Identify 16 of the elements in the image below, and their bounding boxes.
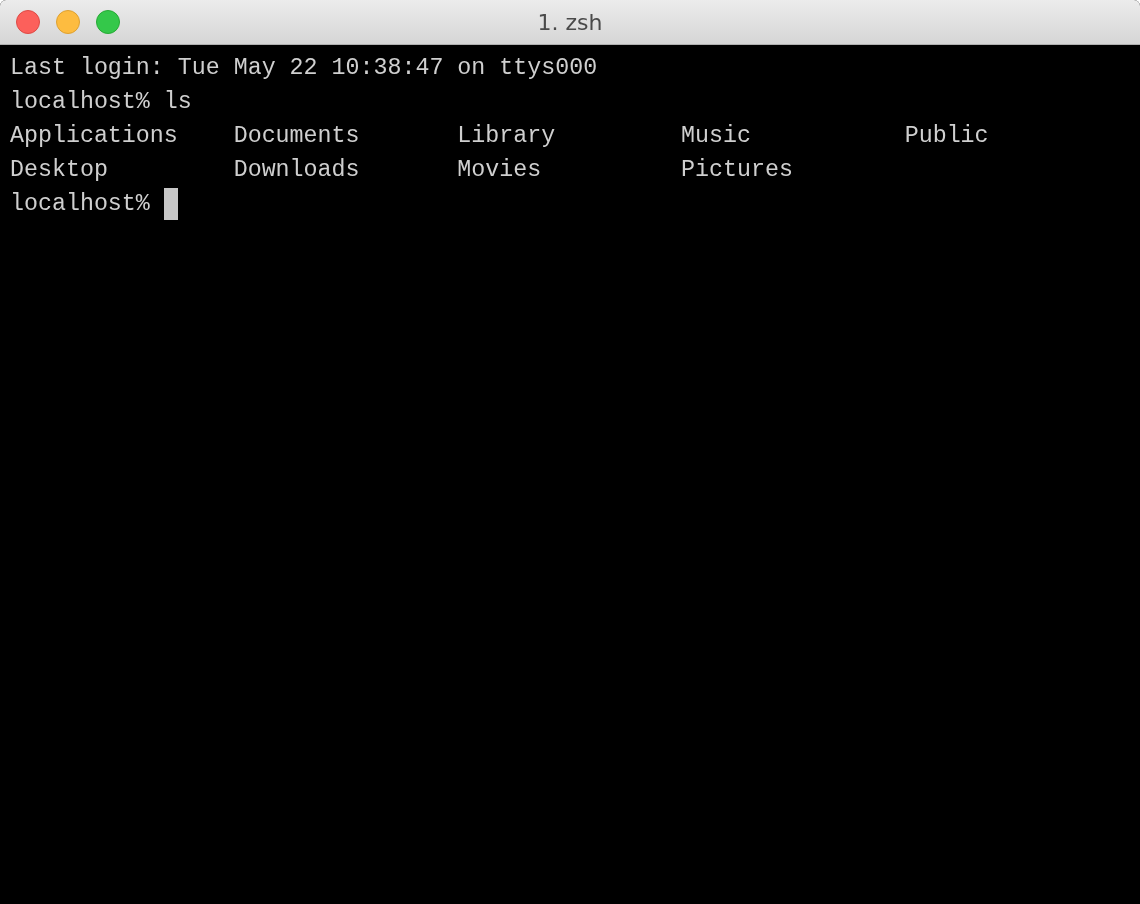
file-name: Library <box>457 123 557 149</box>
terminal-text: Last login: Tue May 22 10:38:47 on ttys000 <box>10 55 598 81</box>
file-name: Pictures <box>681 157 794 183</box>
prompt-line: localhost% ls <box>10 89 192 115</box>
close-button[interactable] <box>16 10 40 34</box>
minimize-button[interactable] <box>56 10 80 34</box>
window-title: 1. zsh <box>537 9 603 35</box>
file-name: Applications <box>10 123 179 149</box>
file-name: Downloads <box>233 157 361 183</box>
file-name: Desktop <box>10 157 109 183</box>
file-name: Music <box>681 123 752 149</box>
prompt-line: localhost% <box>10 191 150 217</box>
file-name: Documents <box>233 123 361 149</box>
file-name: Movies <box>457 157 543 183</box>
file-name: Public <box>904 123 990 149</box>
zoom-button[interactable] <box>96 10 120 34</box>
